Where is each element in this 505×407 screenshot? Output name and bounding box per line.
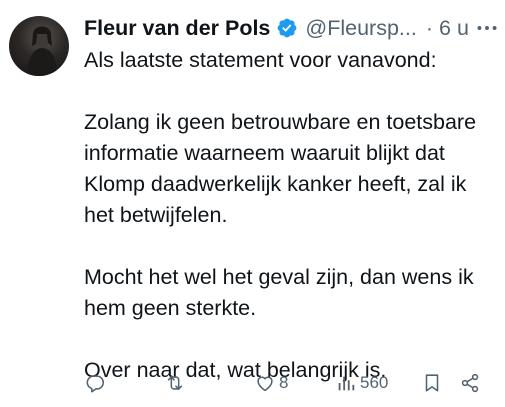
tweet-paragraph: Mocht het wel het geval zijn, dan wens i… — [84, 265, 474, 320]
views-chart-icon — [338, 376, 355, 391]
reply-button[interactable] — [84, 370, 106, 396]
share-icon — [461, 373, 479, 393]
like-button[interactable]: 8 — [254, 370, 288, 396]
author-handle[interactable]: @Fleursp... — [305, 16, 416, 41]
separator-dot: · — [425, 15, 434, 40]
verified-badge-icon — [276, 17, 298, 39]
tweet-paragraph: Zolang ik geen betrouwbare en toetsbare … — [84, 110, 477, 227]
avatar[interactable] — [9, 16, 69, 76]
tweet-text: Als laatste statement voor vanavond: Zol… — [84, 45, 502, 386]
repost-icon — [167, 376, 183, 390]
tweet-header: Fleur van der Pols @Fleursp... · 6 u — [84, 13, 499, 43]
share-button[interactable] — [459, 370, 481, 396]
bookmark-icon — [425, 374, 439, 392]
timestamp[interactable]: 6 u — [439, 16, 469, 41]
view-count: 560 — [360, 373, 389, 392]
bookmark-button[interactable] — [421, 370, 443, 396]
action-bar: 8 560 — [84, 368, 502, 398]
tweet-paragraph: Als laatste statement voor vanavond: — [84, 48, 437, 72]
author-name[interactable]: Fleur van der Pols — [84, 16, 270, 41]
like-count: 8 — [279, 373, 289, 392]
tweet-card[interactable]: Fleur van der Pols @Fleursp... · 6 u Als… — [0, 0, 505, 407]
repost-button[interactable] — [164, 370, 186, 396]
more-options-icon[interactable] — [474, 15, 500, 41]
heart-icon — [257, 376, 273, 392]
avatar-image — [27, 26, 57, 76]
reply-icon — [86, 375, 105, 393]
views-button[interactable]: 560 — [335, 370, 388, 396]
